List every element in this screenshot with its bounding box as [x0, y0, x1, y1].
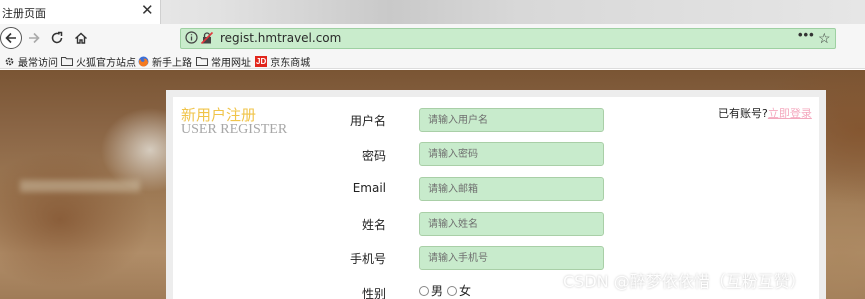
password-input[interactable]: [419, 142, 604, 166]
login-prompt-text: 已有账号?: [718, 107, 768, 120]
forward-button[interactable]: [26, 28, 42, 48]
forward-arrow-icon: [29, 32, 40, 44]
login-prompt: 已有账号?立即登录: [718, 105, 812, 121]
reload-icon: [51, 31, 63, 44]
url-bar[interactable]: regist.hmtravel.com ••• ☆: [180, 27, 836, 50]
tab-title: 注册页面: [2, 7, 46, 20]
gender-options: 男 女: [419, 282, 475, 299]
gender-female-label: 女: [459, 284, 472, 298]
close-icon[interactable]: ✕: [141, 3, 154, 19]
tab-bar: 注册页面 ✕: [0, 0, 865, 24]
jd-icon: JD: [255, 55, 268, 67]
phone-label: 手机号: [349, 252, 386, 266]
email-label: Email: [352, 181, 386, 195]
gender-label: 性别: [361, 287, 386, 299]
username-input[interactable]: [419, 108, 604, 132]
bookmark-label: 火狐官方站点: [76, 57, 136, 69]
register-subtitle: USER REGISTER: [181, 122, 288, 137]
bookmark-common-sites[interactable]: 常用网址: [196, 54, 251, 69]
phone-input[interactable]: [419, 246, 604, 270]
gender-male-label: 男: [431, 284, 444, 298]
name-input[interactable]: [419, 212, 604, 236]
bookmark-most-visited[interactable]: 最常访问: [4, 54, 58, 69]
home-icon: [75, 32, 87, 44]
back-arrow-icon: [5, 32, 16, 44]
bookmark-jd-mall[interactable]: JD 京东商城: [255, 54, 311, 69]
folder-icon: [61, 56, 73, 66]
username-label: 用户名: [349, 114, 386, 128]
bookmark-label: 京东商城: [270, 57, 311, 69]
bookmark-star-icon[interactable]: ☆: [818, 30, 831, 46]
csdn-watermark: CSDN @醉梦依依惜（互粉互赞）: [563, 272, 806, 291]
page-actions-icon[interactable]: •••: [798, 27, 815, 42]
bookmark-getting-started[interactable]: 新手上路: [138, 54, 192, 69]
page-background: 新用户注册 USER REGISTER 已有账号?立即登录 用户名 密码 Ema…: [0, 70, 865, 299]
tab-register-page[interactable]: 注册页面 ✕: [0, 0, 161, 24]
home-button[interactable]: [72, 28, 90, 48]
bookmark-label: 新手上路: [152, 57, 192, 69]
gender-male-radio[interactable]: [419, 285, 429, 296]
bookmark-firefox-official[interactable]: 火狐官方站点: [61, 54, 136, 69]
password-label: 密码: [361, 149, 386, 163]
gear-icon: [4, 56, 15, 67]
info-icon[interactable]: [185, 31, 198, 49]
gender-female-radio[interactable]: [447, 285, 458, 296]
reload-button[interactable]: [49, 28, 65, 48]
insecure-lock-icon[interactable]: [200, 31, 214, 50]
url-text[interactable]: regist.hmtravel.com: [220, 31, 341, 45]
firefox-icon: [138, 56, 149, 67]
bookmarks-bar: 最常访问 火狐官方站点 新手上路 常用网址 JD 京东商城: [0, 53, 865, 69]
background-decoration: [20, 180, 140, 192]
bookmark-label: 常用网址: [211, 57, 251, 69]
email-input[interactable]: [419, 177, 604, 201]
back-button[interactable]: [0, 27, 22, 49]
login-link[interactable]: 立即登录: [768, 107, 812, 120]
name-label: 姓名: [361, 218, 386, 232]
bookmark-label: 最常访问: [18, 57, 58, 69]
folder-icon: [196, 56, 208, 66]
